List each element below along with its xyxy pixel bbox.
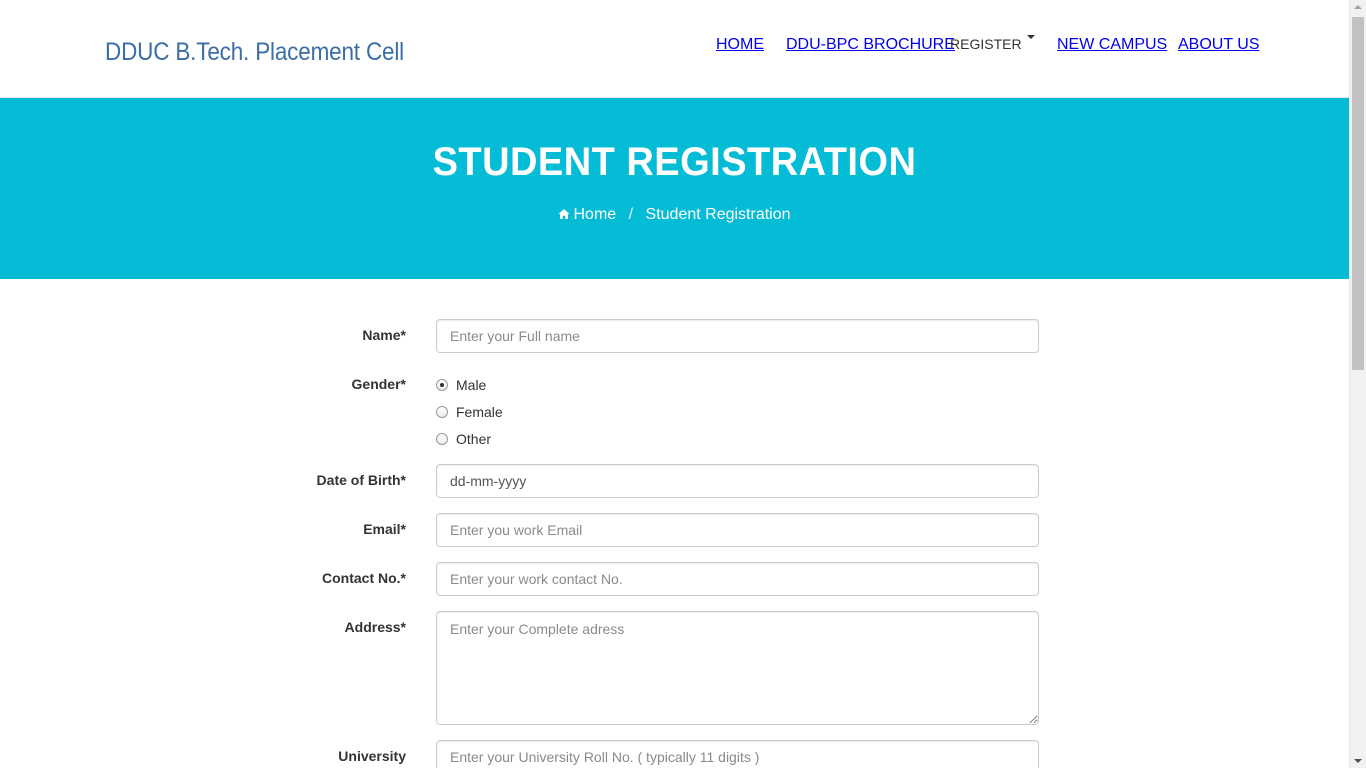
university-label: University bbox=[338, 748, 406, 764]
radio-button-male[interactable] bbox=[436, 379, 448, 391]
scroll-up-arrow-icon[interactable] bbox=[1354, 5, 1362, 9]
gender-label: Gender* bbox=[351, 376, 406, 392]
dob-label: Date of Birth* bbox=[316, 472, 406, 488]
scroll-down-arrow-icon[interactable] bbox=[1354, 759, 1362, 763]
name-label: Name* bbox=[362, 327, 406, 343]
contact-input[interactable] bbox=[436, 562, 1039, 596]
date-of-birth-input[interactable]: dd-mm-yyyy bbox=[436, 464, 1039, 498]
breadcrumb: Home / Student Registration bbox=[0, 206, 1349, 224]
page: DDUC B.Tech. Placement Cell HOME DDU-BPC… bbox=[0, 0, 1349, 768]
email-input[interactable] bbox=[436, 513, 1039, 547]
name-input[interactable] bbox=[436, 319, 1039, 353]
brand-logo[interactable]: DDUC B.Tech. Placement Cell bbox=[105, 38, 404, 67]
email-label: Email* bbox=[363, 521, 406, 537]
nav-brochure[interactable]: DDU-BPC BROCHURE bbox=[786, 36, 955, 54]
nav-register-label: REGISTER bbox=[950, 36, 1022, 52]
home-icon bbox=[558, 209, 570, 219]
nav-register[interactable]: REGISTER bbox=[950, 35, 1035, 52]
gender-male-label: Male bbox=[456, 377, 487, 393]
caret-down-icon bbox=[1026, 35, 1035, 39]
vertical-scrollbar[interactable] bbox=[1349, 0, 1366, 768]
address-textarea[interactable] bbox=[436, 611, 1039, 725]
radio-button-female[interactable] bbox=[436, 406, 448, 418]
breadcrumb-home-label: Home bbox=[573, 206, 617, 223]
breadcrumb-current: Student Registration bbox=[645, 206, 791, 223]
address-label: Address* bbox=[344, 619, 406, 635]
scrollbar-thumb[interactable] bbox=[1352, 17, 1364, 370]
nav-new-campus[interactable]: NEW CAMPUS bbox=[1057, 36, 1167, 54]
breadcrumb-home[interactable]: Home bbox=[558, 206, 620, 223]
gender-option-other[interactable]: Other bbox=[436, 431, 491, 447]
navbar: DDUC B.Tech. Placement Cell HOME DDU-BPC… bbox=[0, 0, 1349, 98]
gender-other-label: Other bbox=[456, 431, 492, 447]
page-header-banner: STUDENT REGISTRATION Home / Student Regi… bbox=[0, 98, 1349, 279]
nav-home[interactable]: HOME bbox=[716, 36, 764, 54]
breadcrumb-separator: / bbox=[628, 206, 634, 223]
gender-option-female[interactable]: Female bbox=[436, 404, 503, 420]
contact-label: Contact No.* bbox=[322, 570, 406, 586]
page-title: STUDENT REGISTRATION bbox=[432, 140, 917, 184]
gender-female-label: Female bbox=[456, 404, 503, 420]
radio-button-other[interactable] bbox=[436, 433, 448, 445]
nav-about-us[interactable]: ABOUT US bbox=[1178, 36, 1260, 54]
gender-option-male[interactable]: Male bbox=[436, 377, 486, 393]
university-roll-input[interactable] bbox=[436, 740, 1039, 768]
